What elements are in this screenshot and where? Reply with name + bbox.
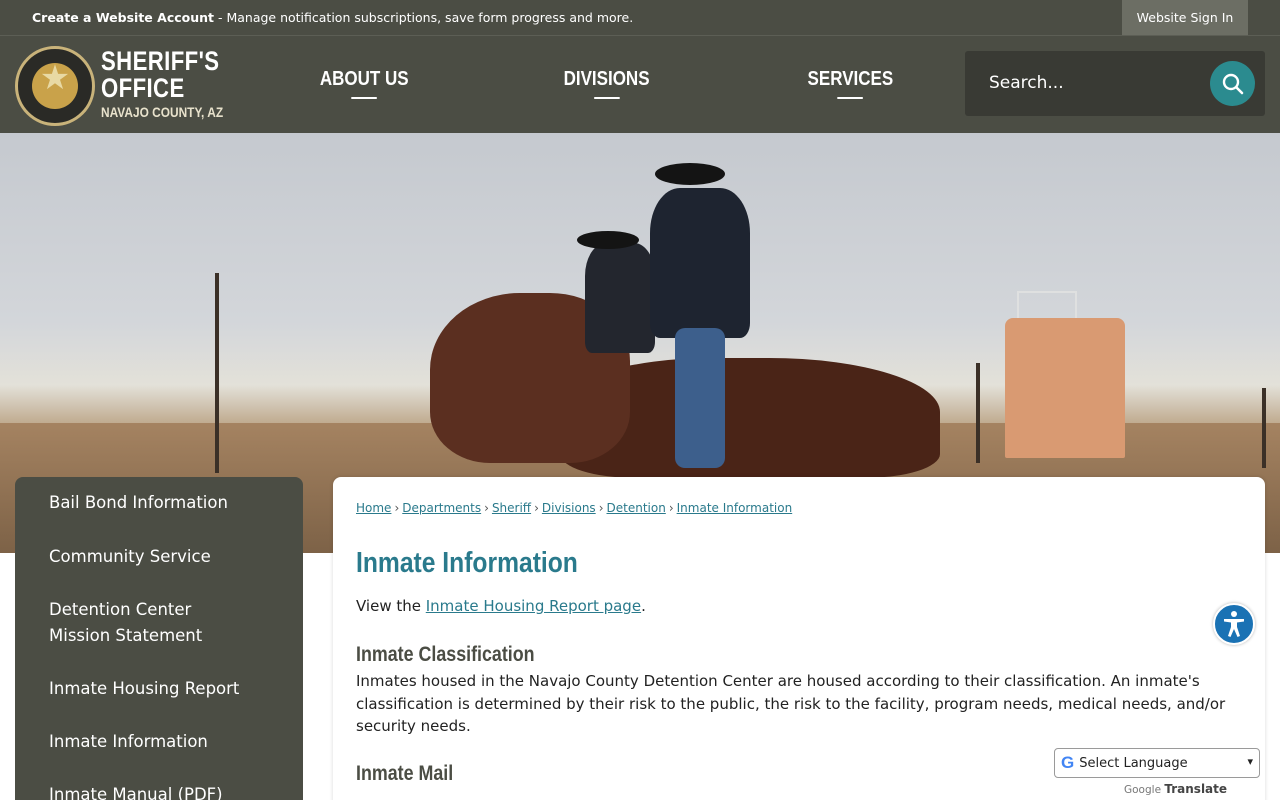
top-utility-bar: Create a Website Account - Manage notifi… [0,0,1280,35]
language-select-label: Select Language [1079,755,1188,771]
google-g-icon: G [1061,753,1075,772]
sidebar-item-inmate-housing-report[interactable]: Inmate Housing Report [49,676,289,702]
utility-pole [1262,388,1266,468]
accessibility-icon [1224,611,1244,637]
chevron-down-icon: ▾ [1247,755,1253,768]
account-message-text: - Manage notification subscriptions, sav… [214,10,634,25]
intro-suffix: . [641,597,646,615]
sidebar-item-bail-bond[interactable]: Bail Bond Information [49,490,289,516]
sidebar-item-inmate-information[interactable]: Inmate Information [49,729,289,755]
site-header: ★ SHERIFF'S OFFICE NAVAJO COUNTY, AZ ABO… [0,35,1280,133]
breadcrumb-separator: › [598,501,604,515]
logo-line-1: SHERIFF'S [101,46,220,76]
utility-pole [976,363,980,463]
create-account-link[interactable]: Create a Website Account [32,10,214,25]
sidebar-item-inmate-manual[interactable]: Inmate Manual (PDF) [49,782,289,800]
water-tower-railing [1017,291,1077,321]
website-sign-in-button[interactable]: Website Sign In [1122,0,1248,35]
cowboy-hat [655,163,725,185]
intro-prefix: View the [356,597,426,615]
translate-label: Translate [1164,782,1228,796]
rider [650,188,750,338]
cowboy-hat [577,231,639,249]
sheriff-badge-icon: ★ [15,46,95,126]
language-select[interactable]: G Select Language ▾ [1054,748,1260,778]
inmate-housing-report-link[interactable]: Inmate Housing Report page [426,597,641,615]
intro-text: View the Inmate Housing Report page. [356,597,646,615]
breadcrumb-detention[interactable]: Detention [607,501,666,515]
section-body-classification: Inmates housed in the Navajo County Dete… [356,672,1226,735]
section-heading-mail: Inmate Mail [356,762,454,785]
breadcrumb-inmate-information[interactable]: Inmate Information [677,501,793,515]
accessibility-button[interactable] [1213,603,1255,645]
section-heading-classification: Inmate Classification [356,643,535,666]
water-tower [1005,318,1125,458]
google-label: Google [1124,784,1162,796]
sheriff-office-logo[interactable]: ★ SHERIFF'S OFFICE NAVAJO COUNTY, AZ [15,46,225,126]
nav-services[interactable]: SERVICES [808,68,894,99]
powered-by-google-translate[interactable]: Google Translate [1124,782,1227,796]
rider-legs [675,328,725,468]
page-title: Inmate Information [356,547,578,579]
account-message: Create a Website Account - Manage notifi… [32,10,633,25]
nav-divisions[interactable]: DIVISIONS [564,68,650,99]
logo-line-3: NAVAJO COUNTY, AZ [101,104,224,120]
breadcrumb-separator: › [668,501,674,515]
breadcrumb-divisions[interactable]: Divisions [542,501,596,515]
rider [585,243,655,353]
breadcrumb: Home › Departments › Sheriff › Divisions › Deten… [356,501,792,515]
logo-text: SHERIFF'S OFFICE NAVAJO COUNTY, AZ [101,46,245,120]
logo-line-2: OFFICE [101,73,185,103]
utility-pole [215,273,219,473]
site-search [965,51,1265,116]
sidebar-item-mission-statement[interactable]: Detention Center Mission Statement [49,597,229,649]
sidebar-item-community-service[interactable]: Community Service [49,544,289,570]
sidebar-nav: Bail Bond Information Community Service … [15,477,303,800]
breadcrumb-sheriff[interactable]: Sheriff [492,501,531,515]
breadcrumb-home[interactable]: Home [356,501,391,515]
star-icon: ★ [39,58,71,98]
search-button[interactable] [1210,61,1255,106]
breadcrumb-separator: › [534,501,539,515]
breadcrumb-separator: › [394,501,400,515]
search-input[interactable] [989,69,1179,97]
breadcrumb-separator: › [484,501,489,515]
nav-about-us[interactable]: ABOUT US [320,68,409,99]
breadcrumb-departments[interactable]: Departments [402,501,481,515]
search-icon [1222,73,1243,94]
